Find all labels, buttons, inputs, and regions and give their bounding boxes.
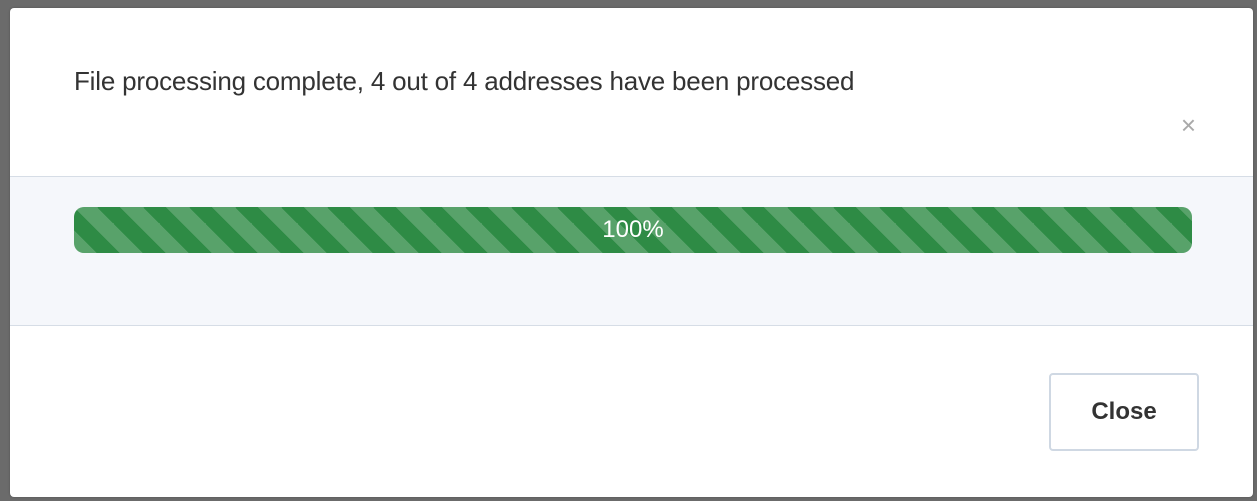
dialog-body: 100% — [10, 177, 1253, 326]
progress-bar-track: 100% — [74, 207, 1192, 253]
progress-label: 100% — [602, 216, 664, 243]
dialog-message: File processing complete, 4 out of 4 add… — [74, 66, 855, 96]
dialog-footer: Close — [10, 326, 1253, 497]
processing-dialog: File processing complete, 4 out of 4 add… — [10, 8, 1253, 497]
dialog-header: File processing complete, 4 out of 4 add… — [10, 8, 1253, 177]
close-button[interactable]: Close — [1049, 373, 1199, 451]
progress-bar-fill: 100% — [74, 207, 1192, 253]
close-icon[interactable]: × — [1181, 112, 1196, 138]
